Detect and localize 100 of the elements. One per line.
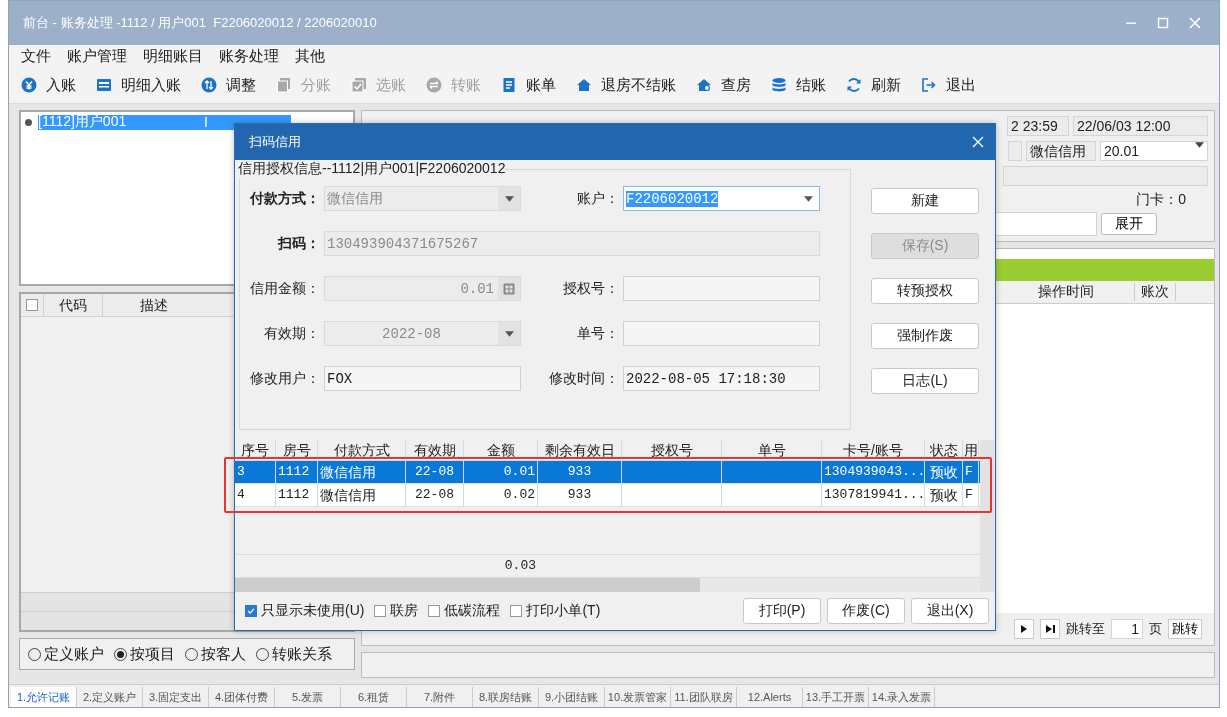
table-cell: 0.01 — [464, 461, 538, 483]
table-row[interactable]: 4 1112 微信信用 22-08 0.02 933 1307819941... 预收 F — [235, 484, 980, 507]
radio-option[interactable]: 按客人 — [185, 644, 246, 664]
dialog-title: 扫码信用 — [249, 133, 302, 151]
page-unit: 页 — [1149, 620, 1162, 638]
table-cell: 1112 — [276, 461, 318, 483]
dialog-button[interactable]: 日志(L) — [871, 368, 979, 394]
house-search-icon — [696, 77, 712, 93]
column-header[interactable]: 金额 — [464, 440, 538, 460]
check-icon — [351, 77, 367, 93]
toolbar-button[interactable]: 入账 — [21, 73, 76, 97]
input-field[interactable]: FOX — [324, 366, 521, 391]
tab[interactable]: 14.录入发票 — [869, 687, 935, 707]
checkbox-option[interactable]: 低碳流程 — [428, 602, 501, 620]
expand-button[interactable]: 展开 — [1101, 213, 1157, 235]
toolbar-button[interactable]: 调整 — [201, 73, 256, 97]
vertical-scrollbar[interactable] — [980, 440, 995, 592]
close-icon[interactable] — [971, 135, 985, 149]
dropdown-arrow-icon — [803, 195, 813, 202]
column-header[interactable]: 剩余有效日 — [538, 440, 622, 460]
column-header[interactable]: 房号 — [276, 440, 318, 460]
payment-dropdown[interactable]: 20.01 — [1100, 141, 1208, 161]
checkbox-option[interactable]: 联房 — [374, 602, 419, 620]
jump-label: 跳转至 — [1066, 620, 1105, 638]
column-header[interactable]: 有效期 — [406, 440, 464, 460]
radio-option[interactable]: 转账关系 — [256, 644, 332, 664]
menu-item[interactable]: 账户管理 — [59, 46, 135, 66]
input-field[interactable] — [623, 276, 820, 301]
table-cell: 预收 — [925, 461, 963, 483]
menu-item[interactable]: 明细账目 — [135, 46, 211, 66]
toolbar-button[interactable]: 结账 — [771, 73, 826, 97]
table-cell: F — [963, 461, 979, 483]
toolbar-button[interactable]: 退房不结账 — [576, 73, 676, 97]
bullet-icon — [25, 118, 32, 126]
dialog-button[interactable]: 新建 — [871, 188, 979, 214]
dropdown-arrow-icon — [504, 330, 514, 337]
table-cell: 22-08 — [406, 484, 464, 506]
table-cell: 1112 — [276, 484, 318, 506]
input-field[interactable] — [623, 321, 820, 346]
table-cell: 微信信用 — [318, 461, 406, 483]
tab[interactable]: 10.发票管家 — [605, 687, 671, 707]
calculator-icon — [503, 282, 515, 295]
input-field — [1008, 141, 1022, 161]
tab[interactable]: 13.手工开票 — [803, 687, 869, 707]
column-header[interactable]: 序号 — [235, 440, 276, 460]
page-input[interactable]: 1 — [1111, 619, 1143, 639]
table-cell: 22-08 — [406, 461, 464, 483]
database-icon — [771, 77, 787, 93]
toolbar-button[interactable]: 明细入账 — [96, 73, 181, 97]
menu-item[interactable]: 其他 — [287, 46, 333, 66]
checkbox[interactable] — [26, 299, 38, 311]
field-label: 修改时间： — [548, 369, 619, 388]
maximize-icon[interactable] — [1155, 15, 1171, 31]
input-field[interactable]: 2022-08-05 17:18:30 — [623, 366, 820, 391]
toolbar-button[interactable]: 退出 — [921, 73, 976, 97]
table-cell: 预收 — [925, 484, 963, 506]
next-page-button[interactable] — [1014, 619, 1034, 639]
jump-button[interactable]: 跳转 — [1168, 619, 1202, 639]
horizontal-scrollbar[interactable] — [235, 578, 980, 592]
table-cell: 3 — [235, 461, 276, 483]
field-label: 修改用户： — [249, 369, 320, 388]
skip-end-icon — [1045, 625, 1055, 633]
card-icon — [96, 77, 112, 93]
exit-icon — [921, 77, 937, 93]
payment-label: 微信信用 — [1026, 141, 1096, 161]
column-header[interactable]: 代码 — [43, 294, 102, 316]
column-header[interactable]: 授权号 — [622, 440, 722, 460]
dropdown-arrow-icon — [1195, 142, 1204, 148]
tab[interactable]: 1.允许记账 — [11, 687, 77, 707]
field-label: 扫码： — [276, 234, 320, 253]
dialog-button[interactable]: 打印(P) — [743, 598, 821, 624]
radio-option[interactable]: 按项目 — [114, 644, 175, 664]
column-header[interactable]: 付款方式 — [318, 440, 406, 460]
play-icon — [1020, 625, 1028, 633]
column-header[interactable]: 描述 — [102, 294, 205, 316]
input-field[interactable] — [993, 212, 1097, 236]
dialog-button[interactable]: 转预授权 — [871, 278, 979, 304]
dialog-button[interactable]: 退出(X) — [911, 598, 989, 624]
last-page-button[interactable] — [1040, 619, 1060, 639]
toolbar-button[interactable]: 查房 — [696, 73, 751, 97]
document-icon — [501, 77, 517, 93]
radio-option[interactable]: 定义账户 — [28, 644, 104, 664]
column-header[interactable]: 单号 — [722, 440, 822, 460]
menu-item[interactable]: 账务处理 — [211, 46, 287, 66]
arrows-icon — [426, 77, 442, 93]
dialog-button[interactable]: 强制作废 — [871, 323, 979, 349]
table-row[interactable]: 3 1112 微信信用 22-08 0.01 933 1304939043... 预收 F — [235, 461, 980, 484]
column-header[interactable]: 账次 — [1135, 283, 1176, 301]
checkbox-option[interactable]: 只显示未使用(U) — [245, 602, 365, 620]
column-header[interactable]: 用 — [963, 440, 979, 460]
column-header[interactable]: 状态 — [925, 440, 963, 460]
table-cell: 4 — [235, 484, 276, 506]
toolbar-button[interactable]: 账单 — [501, 73, 556, 97]
dialog-button[interactable]: 作废(C) — [827, 598, 905, 624]
column-header[interactable]: 操作时间 — [998, 283, 1135, 301]
checkbox-option[interactable]: 打印小单(T) — [510, 602, 601, 620]
menu-item[interactable]: 文件 — [13, 46, 59, 66]
swap-icon — [201, 77, 217, 93]
column-header[interactable]: 卡号/账号 — [822, 440, 925, 460]
toolbar-button[interactable]: 刷新 — [846, 73, 901, 97]
